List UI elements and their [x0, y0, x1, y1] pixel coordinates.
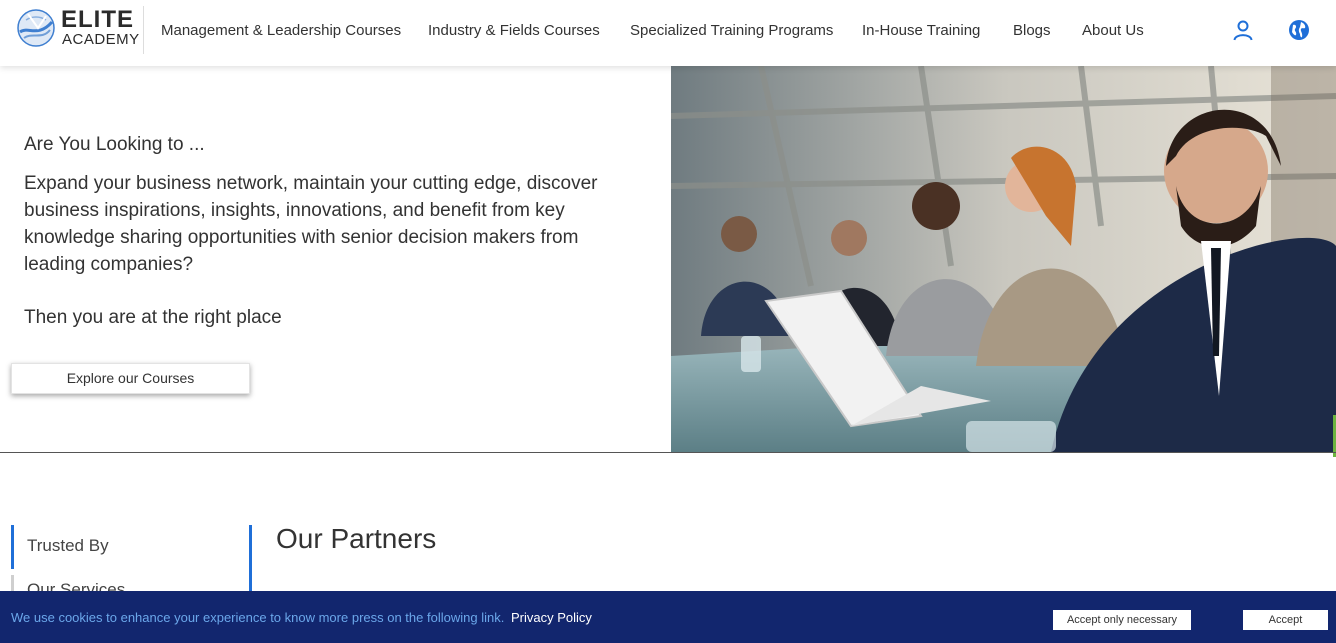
cookie-message: We use cookies to enhance your experienc…: [11, 610, 505, 625]
nav-industry-fields[interactable]: Industry & Fields Courses: [428, 20, 630, 42]
hero-divider: [0, 452, 1336, 453]
tab-trusted-by[interactable]: Trusted By: [11, 525, 241, 569]
nav-management-leadership[interactable]: Management & Leadership Courses: [161, 20, 428, 42]
nav-blogs[interactable]: Blogs: [1013, 20, 1082, 42]
privacy-policy-link[interactable]: Privacy Policy: [511, 609, 592, 627]
hero-kicker: Are You Looking to ...: [24, 134, 205, 155]
globe-icon[interactable]: [1287, 18, 1311, 42]
logo-globe-icon: [17, 9, 55, 47]
partners-heading: Our Partners: [276, 523, 437, 554]
business-meeting-photo: [671, 66, 1336, 452]
hero-text: Are You Looking to ... Expand your busin…: [24, 134, 644, 278]
accept-necessary-button[interactable]: Accept only necessary: [1053, 610, 1191, 630]
section-side-tabs: Trusted By Our Services: [11, 525, 241, 599]
main-nav: Management & Leadership Courses Industry…: [161, 20, 1162, 42]
user-icon[interactable]: [1231, 18, 1255, 42]
section-accent-rule: [249, 525, 252, 595]
cookie-banner: We use cookies to enhance your experienc…: [0, 591, 1336, 643]
nav-specialized-training[interactable]: Specialized Training Programs: [630, 20, 862, 42]
logo-wordmark-academy: ACADEMY: [62, 31, 140, 48]
hero-body: Expand your business network, maintain y…: [24, 173, 598, 275]
nav-about-us[interactable]: About Us: [1082, 20, 1162, 42]
logo-wordmark-elite: ELITE: [61, 6, 135, 33]
hero-cta-text: Then you are at the right place: [24, 307, 282, 328]
site-header: ELITE ACADEMY Management & Leadership Co…: [0, 0, 1336, 66]
accept-button[interactable]: Accept: [1243, 610, 1328, 630]
nav-in-house-training[interactable]: In-House Training: [862, 20, 1013, 42]
site-logo[interactable]: ELITE ACADEMY: [14, 6, 144, 54]
explore-courses-button[interactable]: Explore our Courses: [11, 363, 250, 394]
